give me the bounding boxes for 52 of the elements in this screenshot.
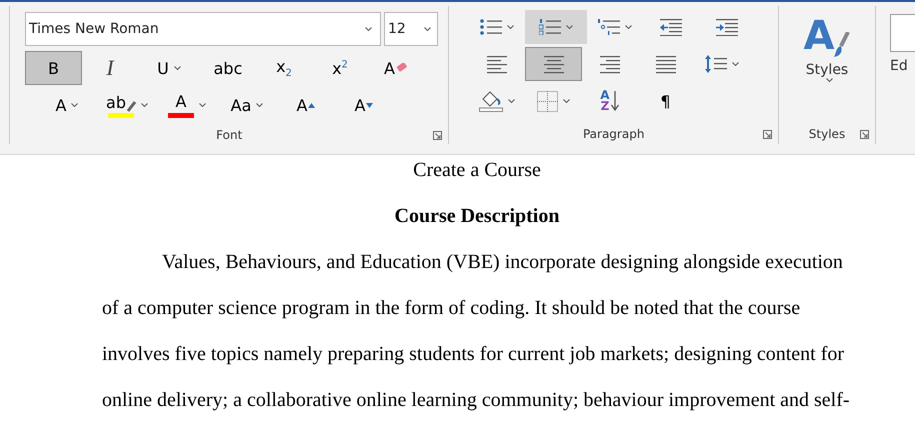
up-triangle-icon: [308, 102, 316, 108]
text-effects-button[interactable]: A: [37, 88, 97, 122]
borders-icon: [536, 90, 558, 112]
group-label: Styles: [808, 127, 846, 141]
bullet-list-icon: [480, 19, 502, 35]
change-case-button[interactable]: Aa: [217, 88, 277, 122]
dialog-launcher-icon[interactable]: [860, 130, 869, 139]
subscript-button[interactable]: x$_{2}$: [256, 51, 312, 85]
numbered-list-icon: [539, 19, 562, 35]
sort-button[interactable]: A Z: [581, 84, 638, 118]
align-center-button[interactable]: [525, 47, 582, 81]
pen-icon: [126, 100, 136, 112]
paint-bucket-icon: [479, 90, 504, 112]
align-right-icon: [600, 54, 620, 74]
underline-button[interactable]: U: [138, 51, 200, 85]
decrease-indent-icon: [660, 18, 682, 36]
line-spacing-icon: [705, 55, 728, 73]
dialog-launcher-icon[interactable]: [763, 130, 772, 139]
font-size-value: 12: [388, 21, 406, 37]
justify-icon: [656, 54, 676, 74]
increase-indent-icon: [716, 18, 738, 36]
font-name-value: Times New Roman: [29, 21, 159, 37]
down-arrow-icon: [610, 91, 619, 111]
superscript-button[interactable]: x$^{2}$: [312, 51, 368, 85]
caret-icon: [365, 27, 372, 31]
highlight-button[interactable]: ab: [97, 88, 157, 122]
group-label: Paragraph: [582, 127, 644, 141]
clear-formatting-button[interactable]: A: [368, 51, 424, 85]
font-color-button[interactable]: A: [157, 88, 217, 122]
grow-font-button[interactable]: A: [277, 88, 335, 122]
font-size-field[interactable]: 12: [384, 12, 438, 46]
italic-button[interactable]: I: [82, 51, 138, 85]
shrink-font-button[interactable]: A: [335, 88, 393, 122]
multilevel-list-icon: [598, 19, 620, 35]
caret-icon: [424, 27, 431, 31]
down-triangle-icon: [366, 102, 374, 108]
strikethrough-button[interactable]: abc: [200, 51, 256, 85]
dialog-launcher-icon[interactable]: [433, 131, 442, 140]
font-name-field[interactable]: Times New Roman: [25, 12, 381, 46]
section-heading: Course Description: [394, 205, 560, 227]
eraser-icon: [396, 63, 408, 73]
align-center-icon: [544, 54, 564, 74]
styles-button[interactable]: A Styles: [804, 14, 850, 104]
show-marks-button[interactable]: ¶: [637, 84, 694, 118]
align-left-icon: [487, 54, 508, 74]
numbering-button[interactable]: [525, 10, 588, 44]
brush-icon: [834, 32, 850, 58]
bold-button[interactable]: B: [25, 51, 82, 85]
group-label: Font: [216, 128, 242, 142]
document-title: Create a Course: [413, 159, 541, 181]
body-paragraph: Values, Behaviours, and Education (VBE) incorporate designing alongside execution of a computer science program in the form of coding. It should be noted that the course involves five topics namely preparing students for current job markets; designing content for online delivery; a collaborative online learning community; behaviour improvement and self-: [102, 250, 851, 413]
caret-icon: [826, 78, 832, 82]
